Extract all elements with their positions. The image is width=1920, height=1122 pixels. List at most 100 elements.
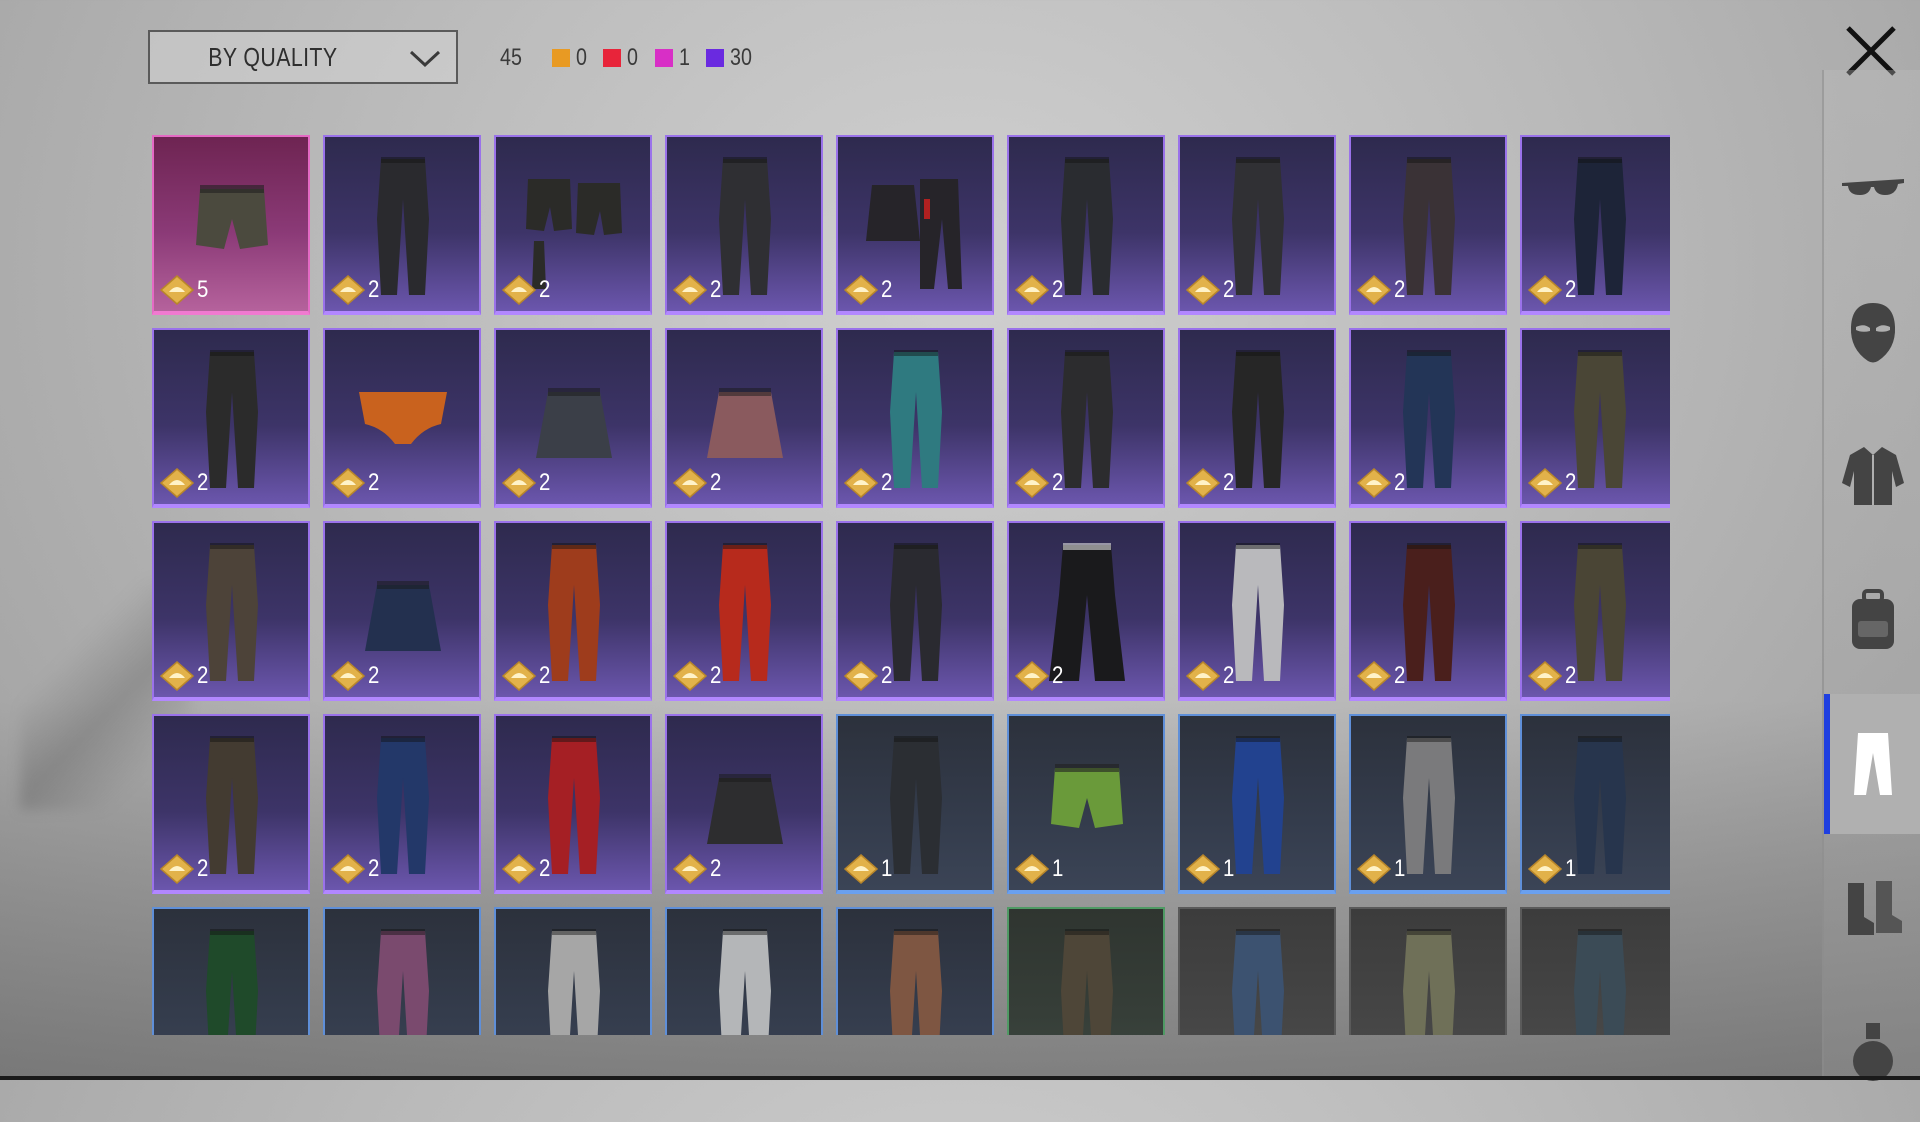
inventory-item[interactable]: 2 (1349, 135, 1507, 315)
inventory-item[interactable]: 2 (494, 135, 652, 315)
item-badge: 2 (1015, 275, 1065, 305)
sidebar-tab-pants[interactable] (1824, 694, 1920, 834)
inventory-item[interactable]: 2 (494, 521, 652, 701)
inventory-item[interactable]: 2 (1349, 328, 1507, 508)
inventory-item[interactable] (494, 907, 652, 1035)
item-badge: 2 (673, 661, 723, 691)
coin-icon (1528, 661, 1562, 691)
item-badge: 2 (160, 468, 210, 498)
inventory-item[interactable]: 2 (323, 521, 481, 701)
item-count: 2 (368, 662, 380, 689)
inventory-item[interactable]: 1 (1007, 714, 1165, 894)
item-image (206, 929, 258, 1035)
inventory-item[interactable]: 1 (1520, 714, 1670, 894)
item-badge: 2 (673, 275, 723, 305)
coin-icon (160, 468, 194, 498)
coin-icon (502, 854, 536, 884)
inventory-item[interactable]: 2 (323, 328, 481, 508)
coin-icon (1186, 468, 1220, 498)
inventory-item[interactable] (1520, 907, 1670, 1035)
boots-icon (1848, 881, 1902, 935)
category-sidebar (1822, 70, 1920, 1081)
inventory-item[interactable]: 5 (152, 135, 310, 315)
inventory-item[interactable]: 2 (665, 135, 823, 315)
inventory-item[interactable]: 2 (1178, 521, 1336, 701)
inventory-item[interactable]: 2 (1520, 521, 1670, 701)
item-count: 2 (881, 276, 893, 303)
item-count: 2 (1223, 276, 1235, 303)
inventory-item[interactable]: 2 (152, 328, 310, 508)
quality-counts: 45 0 0 1 30 (500, 42, 771, 74)
filter-label: BY QUALITY (208, 41, 338, 72)
inventory-item[interactable]: 1 (836, 714, 994, 894)
inventory-item[interactable] (323, 907, 481, 1035)
inventory-item[interactable]: 2 (836, 328, 994, 508)
quality-count-value: 1 (678, 44, 690, 71)
item-badge: 1 (1186, 854, 1236, 884)
inventory-item[interactable]: 2 (1007, 328, 1165, 508)
inventory-item[interactable]: 2 (494, 328, 652, 508)
item-image (1232, 929, 1284, 1035)
sidebar-tab-mask[interactable] (1824, 262, 1920, 402)
quality-count-red: 0 (603, 44, 640, 72)
coin-icon (844, 468, 878, 498)
inventory-item[interactable] (152, 907, 310, 1035)
sidebar-tab-grenade[interactable] (1824, 982, 1920, 1122)
inventory-item[interactable]: 2 (1178, 135, 1336, 315)
quality-swatch (706, 49, 725, 67)
item-badge: 2 (502, 661, 552, 691)
item-count: 2 (197, 855, 209, 882)
sidebar-tab-glasses[interactable] (1824, 118, 1920, 258)
item-image (1574, 929, 1626, 1035)
inventory-item[interactable]: 2 (1349, 521, 1507, 701)
glasses-icon (1842, 179, 1904, 195)
inventory-item[interactable]: 1 (1178, 714, 1336, 894)
inventory-item[interactable]: 2 (1007, 135, 1165, 315)
sidebar-tab-jacket[interactable] (1824, 406, 1920, 546)
inventory-item[interactable]: 2 (1178, 328, 1336, 508)
item-count: 2 (881, 469, 893, 496)
quality-count-value: 0 (576, 44, 587, 71)
item-count: 2 (197, 469, 209, 496)
inventory-item[interactable]: 2 (836, 135, 994, 315)
coin-icon (331, 661, 365, 691)
inventory-item[interactable] (1007, 907, 1165, 1035)
mask-icon (1850, 303, 1896, 363)
item-badge: 2 (502, 854, 552, 884)
inventory-item[interactable]: 2 (836, 521, 994, 701)
item-count: 2 (1052, 469, 1064, 496)
quality-filter-dropdown[interactable]: BY QUALITY (148, 30, 458, 84)
item-badge: 2 (502, 275, 552, 305)
item-badge: 2 (331, 468, 381, 498)
inventory-item[interactable] (836, 907, 994, 1035)
sidebar-tab-backpack[interactable] (1824, 550, 1920, 690)
inventory-item[interactable]: 2 (1520, 328, 1670, 508)
coin-icon (844, 854, 878, 884)
inventory-item[interactable]: 2 (323, 714, 481, 894)
quality-swatch (654, 49, 673, 67)
quality-count-value: 0 (627, 44, 639, 71)
item-count: 2 (881, 662, 893, 689)
inventory-item[interactable]: 2 (1007, 521, 1165, 701)
inventory-item[interactable]: 1 (1349, 714, 1507, 894)
inventory-item[interactable]: 2 (665, 714, 823, 894)
inventory-item[interactable] (665, 907, 823, 1035)
inventory-item[interactable]: 2 (665, 521, 823, 701)
sidebar-tab-boots[interactable] (1824, 838, 1920, 978)
inventory-grid: 5 2 2 2 2 2 2 2 2 2 2 2 2 2 2 2 2 2 2 2 2 2 2 2 2 2 2 2 2 2 2 1 1 1 1 1 (152, 135, 1670, 1035)
inventory-item[interactable]: 2 (152, 521, 310, 701)
inventory-item[interactable] (1349, 907, 1507, 1035)
inventory-item[interactable]: 2 (665, 328, 823, 508)
inventory-item[interactable]: 2 (323, 135, 481, 315)
inventory-item[interactable]: 2 (1520, 135, 1670, 315)
inventory-item[interactable]: 2 (152, 714, 310, 894)
inventory-item[interactable] (1178, 907, 1336, 1035)
item-count: 2 (1052, 276, 1064, 303)
item-badge: 2 (1186, 661, 1236, 691)
item-count: 2 (1394, 662, 1406, 689)
coin-icon (331, 854, 365, 884)
coin-icon (331, 275, 365, 305)
item-badge: 2 (1015, 468, 1065, 498)
quality-count-pink: 1 (654, 44, 692, 72)
inventory-item[interactable]: 2 (494, 714, 652, 894)
